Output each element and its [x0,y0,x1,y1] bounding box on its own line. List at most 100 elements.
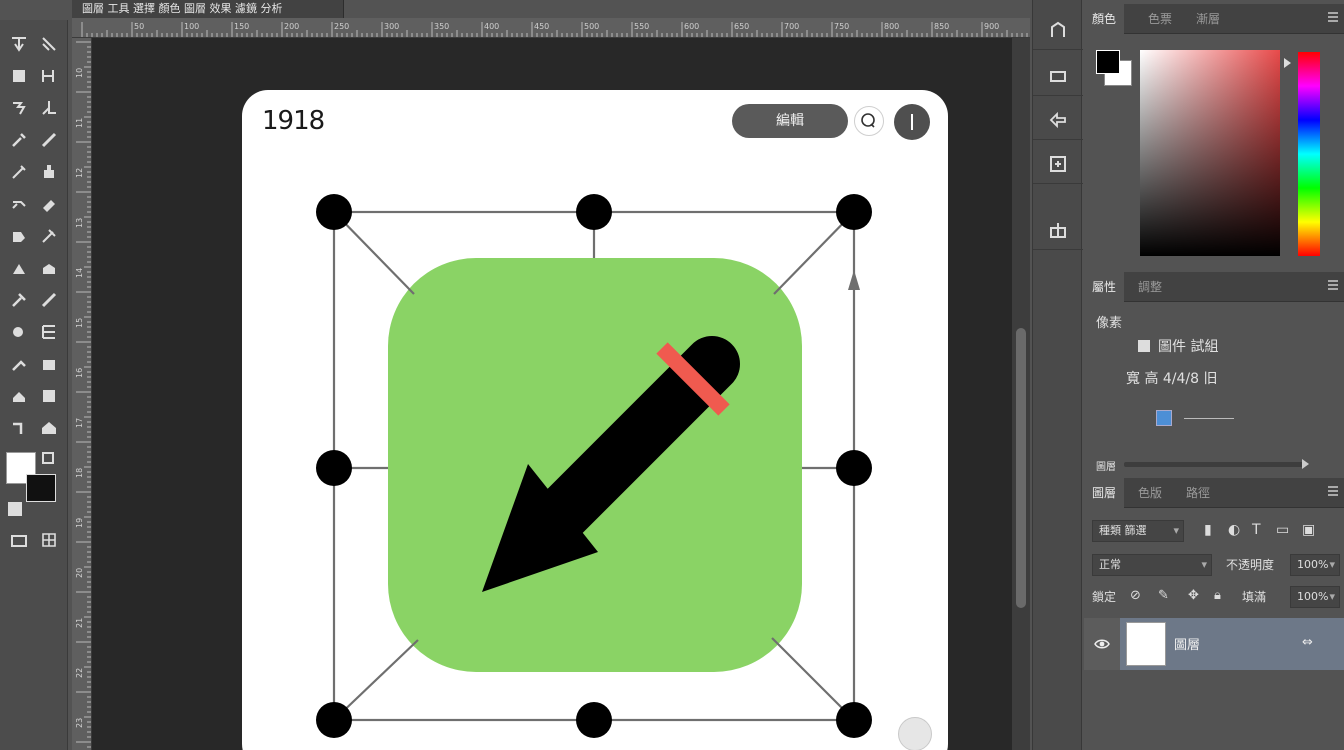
zoom-tool-icon[interactable] [6,352,32,376]
brush-tool-icon[interactable] [36,128,62,152]
note-tool-icon[interactable] [6,384,32,408]
document-tab[interactable]: 圖層 工具 選擇 顏色 圖層 效果 濾鏡 分析 [72,0,344,18]
shape-tool-icon[interactable] [6,320,32,344]
layer-thumbnail[interactable] [1126,622,1166,666]
tab-gradients[interactable]: 漸層 [1188,4,1228,34]
lock-label: 鎖定 [1092,590,1117,604]
tab-channels[interactable]: 色版 [1130,478,1170,508]
tab-layers[interactable]: 圖層 [1084,478,1125,508]
ruler-label: 400 [484,22,499,31]
color-panel-header: 顏色 色票 漸層 [1084,4,1344,34]
default-colors-icon[interactable] [42,452,54,464]
transform-box[interactable] [242,90,948,750]
tab-paths[interactable]: 路徑 [1178,478,1218,508]
lock-pixels-icon[interactable]: ⊘ [1130,588,1141,603]
ruler-label: 750 [834,22,849,31]
pen-tool-icon[interactable] [36,256,62,280]
hand-tool-icon[interactable] [36,320,62,344]
handle-top-center [576,194,612,230]
home-tool-icon[interactable] [36,416,62,440]
lock-paint-icon[interactable]: ✎ [1158,588,1169,603]
layer-name[interactable]: 圖層 [1174,634,1200,653]
crop-tool-icon[interactable] [36,96,62,120]
visibility-eye-icon[interactable] [1094,636,1110,652]
tab-adjustments[interactable]: 調整 [1130,272,1170,302]
path-select-tool-icon[interactable] [36,288,62,312]
paragraph-panel-icon[interactable] [1033,210,1083,250]
handle-middle-right [836,450,872,486]
tab-properties[interactable]: 屬性 [1084,272,1125,302]
eraser-tool-icon[interactable] [36,192,62,216]
screen-mode-icon[interactable] [6,528,32,552]
scrollbar-thumb[interactable] [1016,328,1026,608]
ruler-label: 17 [75,418,84,428]
stamp-tool-icon[interactable] [36,160,62,184]
filter-adjust-icon[interactable]: ◐ [1228,522,1240,538]
layer-effects-icon[interactable]: ⇔ [1302,635,1313,650]
rotate-view-tool-icon[interactable] [36,352,62,376]
color-picker-field[interactable] [1140,50,1280,256]
marquee-tool-icon[interactable] [6,64,32,88]
type-tool-icon[interactable] [6,288,32,312]
corner-toggle-button[interactable] [898,717,932,750]
slider-arrow-icon[interactable] [1302,459,1309,469]
ruler-label: 250 [334,22,349,31]
canvas-area[interactable]: 1918 編輯 [92,38,1012,750]
panel-menu-icon[interactable] [1328,280,1338,292]
eyedropper-tool-icon[interactable] [6,128,32,152]
hue-slider-marker-icon[interactable] [1284,58,1291,68]
properties-slider[interactable] [1124,462,1306,467]
artboard-tool-icon[interactable] [36,32,62,56]
filter-smart-icon[interactable]: ▣ [1302,522,1315,538]
quick-select-tool-icon[interactable] [6,96,32,120]
ruler-tool-icon[interactable] [36,384,62,408]
layers-body: 種類 篩選 ▾ ▮ ◐ T ▭ ▣ 正常 ▾ 不透明度 100% ▾ 鎖定 ⊘ ✎ ✥… [1084,508,1344,750]
libraries-panel-icon[interactable] [1033,56,1083,96]
panel-icon-strip [1032,0,1083,750]
filter-type-icon[interactable]: T [1252,522,1261,538]
panel-menu-icon[interactable] [1328,486,1338,498]
artboard[interactable]: 1918 編輯 [242,90,948,750]
count-tool-icon[interactable] [6,416,32,440]
ruler-label: 550 [634,22,649,31]
filter-pixel-icon[interactable]: ▮ [1204,522,1212,538]
edit-toolbar-icon[interactable] [36,528,62,552]
hue-slider[interactable] [1298,52,1320,256]
layers-panel-header: 圖層 色版 路徑 [1084,478,1344,508]
handle-middle-left [316,450,352,486]
actions-panel-icon[interactable] [1033,100,1083,140]
handle-top-left [316,194,352,230]
tab-color[interactable]: 顏色 [1084,4,1125,34]
vertical-scrollbar[interactable] [1012,38,1030,750]
adjustments-panel-icon[interactable] [1033,144,1083,184]
ruler-label: 900 [984,22,999,31]
lock-all-icon[interactable]: 🔒︎ [1214,588,1221,603]
healing-tool-icon[interactable] [6,160,32,184]
layer-filter-select[interactable]: 種類 篩選 ▾ [1092,520,1184,542]
blur-tool-icon[interactable] [36,224,62,248]
quick-mask-icon[interactable] [8,502,22,516]
history-brush-tool-icon[interactable] [6,192,32,216]
ruler-label: 23 [75,718,84,728]
background-color-swatch[interactable] [26,474,56,502]
link-icon[interactable] [1156,410,1172,426]
edge-arrow-icon [848,270,860,290]
properties-panel-header: 屬性 調整 [1084,272,1344,302]
panel-menu-icon[interactable] [1328,12,1338,24]
tab-swatches[interactable]: 色票 [1140,4,1180,34]
opacity-input[interactable]: 100% ▾ [1290,554,1340,576]
layer-row[interactable]: 圖層 ⇔ [1084,618,1344,670]
move-tool-icon[interactable] [6,32,32,56]
dodge-tool-icon[interactable] [6,256,32,280]
foreground-color-chip[interactable] [1096,50,1120,74]
filter-shape-icon[interactable]: ▭ [1276,522,1289,538]
lasso-tool-icon[interactable] [36,64,62,88]
lock-move-icon[interactable]: ✥ [1188,588,1199,603]
properties-title: 像素 [1096,316,1123,331]
history-panel-icon[interactable] [1033,10,1083,50]
ruler-label: 13 [75,218,84,228]
gradient-tool-icon[interactable] [6,224,32,248]
ruler-label: 800 [884,22,899,31]
blend-mode-select[interactable]: 正常 ▾ [1092,554,1212,576]
fill-input[interactable]: 100% ▾ [1290,586,1340,608]
